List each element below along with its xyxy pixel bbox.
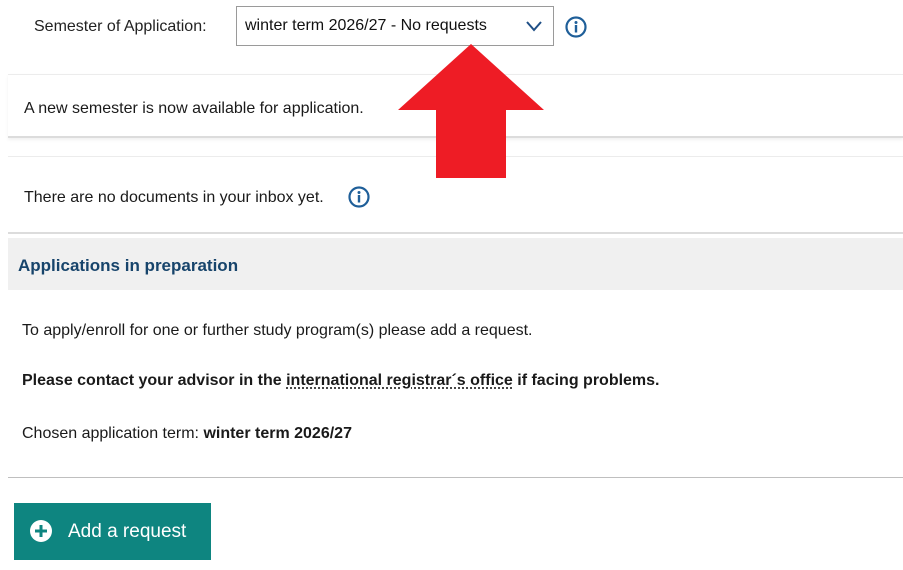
instruction-text: To apply/enroll for one or further study… — [22, 322, 533, 339]
inbox-empty-text: There are no documents in your inbox yet… — [24, 189, 324, 206]
info-icon[interactable] — [348, 186, 370, 208]
registrar-office-link[interactable]: international registrar´s office — [286, 372, 513, 389]
section-divider — [8, 477, 903, 478]
contact-suffix: if facing problems. — [512, 372, 660, 389]
info-icon[interactable] — [565, 16, 587, 38]
contact-prefix: Please contact your advisor in the — [22, 372, 287, 389]
semester-select-value: winter term 2026/27 - No requests — [245, 17, 487, 34]
semester-select[interactable]: winter term 2026/27 - No requests — [236, 6, 554, 46]
semester-label: Semester of Application: — [34, 18, 207, 35]
chosen-term-value: winter term 2026/27 — [203, 425, 352, 442]
chosen-term-text: Chosen application term: winter term 202… — [22, 425, 352, 443]
chevron-down-icon — [526, 21, 542, 32]
new-semester-text: A new semester is now available for appl… — [24, 100, 364, 117]
chosen-term-label: Chosen application term: — [22, 425, 204, 442]
plus-circle-icon — [30, 520, 52, 542]
contact-advisor-text: Please contact your advisor in the inter… — [22, 372, 660, 390]
add-request-label: Add a request — [68, 521, 187, 542]
red-arrow-annotation — [398, 44, 544, 178]
add-request-button[interactable]: Add a request — [14, 503, 211, 560]
applications-section-header: Applications in preparation — [8, 238, 903, 290]
section-title: Applications in preparation — [18, 256, 239, 275]
application-page: Semester of Application: winter term 202… — [0, 0, 903, 570]
